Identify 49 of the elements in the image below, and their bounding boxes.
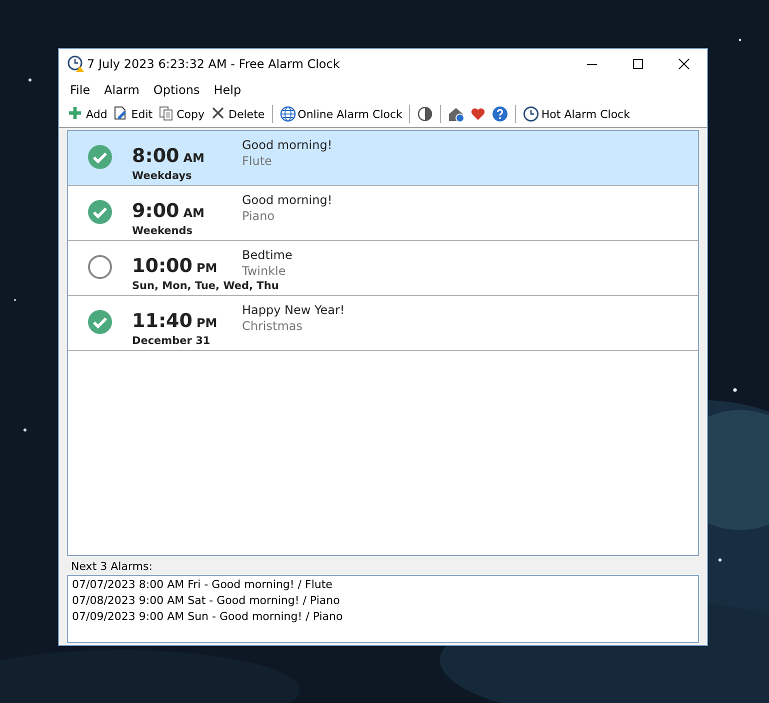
toolbar-button[interactable]: Add [65, 103, 110, 125]
alarm-title: Good morning! [242, 137, 334, 153]
alarm-sound: Piano [242, 208, 276, 224]
alarm-sound: Christmas [242, 318, 304, 334]
alarm-period: PM [196, 316, 218, 330]
next-alarm-item: 07/08/2023 9:00 AM Sat - Good morning! / Piano [72, 593, 341, 609]
alarm-sound: Flute [242, 153, 273, 169]
alarm-title: Bedtime [242, 247, 294, 263]
toolbar-button[interactable]: Online Alarm Clock [276, 103, 406, 125]
heart-icon [470, 106, 486, 122]
globe-icon [280, 106, 296, 122]
next-alarm-item: 07/07/2023 8:00 AM Fri - Good morning! / Flute [72, 577, 334, 593]
menu-item[interactable]: Options [146, 83, 207, 97]
alarm-repeat: Weekends [132, 224, 193, 238]
empty-circle-icon[interactable] [87, 254, 113, 280]
clock-icon [67, 55, 85, 73]
toolbar-button[interactable]: Copy [156, 103, 208, 125]
menu-item[interactable]: Alarm [97, 83, 146, 97]
next-alarms-label: Next 3 Alarms: [71, 560, 154, 574]
alarm-time: 10:00 [132, 255, 192, 277]
alarm-title: Happy New Year! [242, 302, 346, 318]
home-icon [448, 106, 464, 122]
alarm-period: AM [183, 151, 204, 165]
alarm-title: Good morning! [242, 192, 334, 208]
alarm-time: 11:40 [132, 310, 192, 332]
toolbar-button[interactable]: Delete [208, 103, 268, 125]
alarm-repeat: December 31 [132, 334, 210, 348]
next-alarm-item: 07/09/2023 9:00 AM Sun - Good morning! / Piano [72, 609, 344, 625]
check-icon[interactable] [87, 144, 113, 170]
alarm-time: 8:00 [132, 145, 180, 167]
clock-icon [523, 106, 540, 122]
menu-item[interactable]: Help [206, 83, 248, 97]
check-icon[interactable] [87, 199, 113, 225]
alarm-repeat: Weekdays [132, 169, 192, 183]
toolbar-button[interactable]: Hot Alarm Clock [520, 103, 633, 125]
alarm-repeat: Sun, Mon, Tue, Wed, Thu [132, 279, 279, 293]
alarm-time: 9:00 [132, 200, 180, 222]
alarm-row[interactable]: Good morning! 8:00 AM Flute Weekdays [68, 131, 698, 186]
help-icon [492, 106, 508, 122]
menu-item[interactable]: File [63, 83, 98, 97]
toolbar-button[interactable]: Edit [110, 103, 156, 125]
check-icon[interactable] [87, 309, 113, 335]
alarm-sound: Twinkle [242, 263, 287, 279]
alarm-period: PM [196, 261, 218, 275]
plus-icon [68, 106, 84, 122]
window-title: 7 July 2023 6:23:32 AM - Free Alarm Clock [87, 57, 341, 71]
copy-icon [158, 106, 175, 122]
contrast-icon [417, 106, 434, 122]
alarm-period: AM [183, 206, 204, 220]
